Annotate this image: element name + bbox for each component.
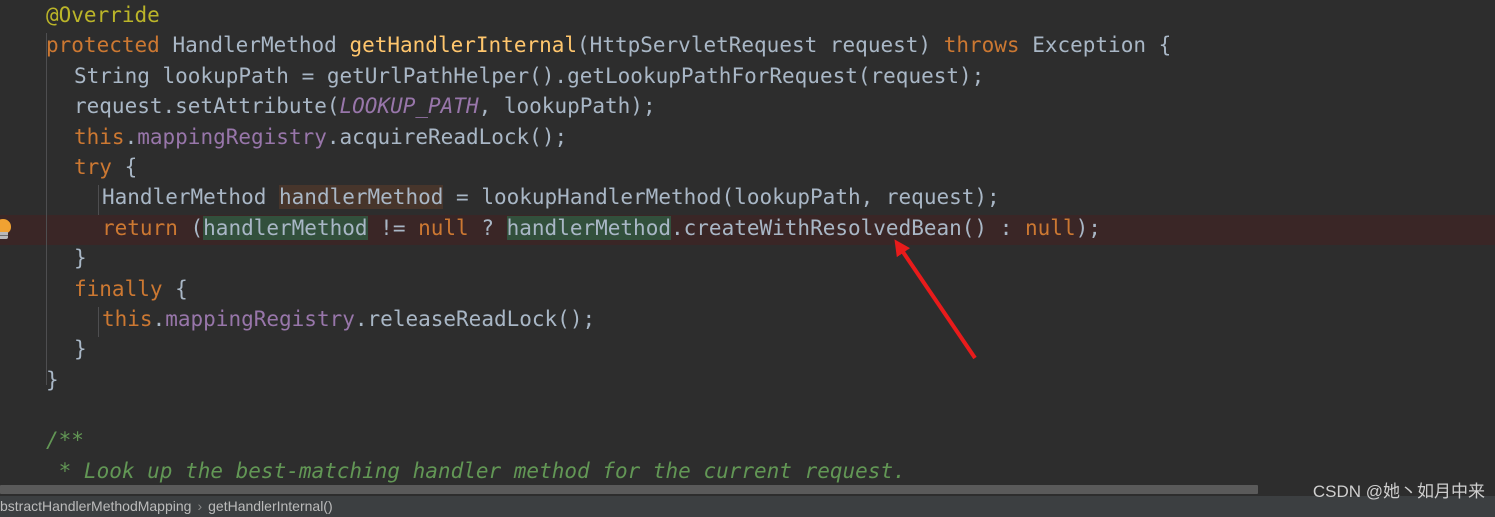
horizontal-scrollbar-thumb[interactable] — [0, 485, 1258, 494]
code-line[interactable]: @Override — [0, 0, 1495, 30]
breadcrumb-item[interactable]: bstractHandlerMethodMapping — [0, 498, 191, 514]
code-token: mappingRegistry — [165, 306, 355, 331]
code-token: .acquireReadLock(); — [326, 124, 568, 149]
code-token: /** — [46, 428, 84, 453]
occurrence-highlight: handlerMethod — [203, 215, 368, 240]
code-line[interactable]: this.mappingRegistry.acquireReadLock(); — [0, 122, 1495, 152]
code-token: . — [152, 306, 166, 331]
code-token: this — [74, 124, 125, 149]
code-line[interactable]: HandlerMethod handlerMethod = lookupHand… — [0, 182, 1495, 212]
code-token: null — [418, 215, 469, 240]
occurrence-highlight: handlerMethod — [279, 185, 444, 210]
code-token: (HttpServletRequest request) — [577, 33, 944, 58]
csdn-watermark: CSDN @她丶如月中来 — [1312, 482, 1485, 501]
code-token: = lookupHandlerMethod(lookupPath, reques… — [443, 185, 1000, 210]
code-token: throws — [943, 33, 1020, 58]
code-token: .createWithResolvedBean() : — [671, 215, 1026, 240]
code-token: != — [367, 215, 419, 240]
lightbulb-base — [0, 231, 8, 239]
code-line[interactable]: String lookupPath = getUrlPathHelper().g… — [0, 61, 1495, 91]
code-token: * Look up the best-matching handler meth… — [46, 458, 906, 483]
code-editor-window: @Override protected HandlerMethod getHand… — [0, 0, 1495, 517]
code-token: ); — [1075, 215, 1101, 240]
code-token: HandlerMethod — [102, 185, 280, 210]
code-line[interactable]: * Look up the best-matching handler meth… — [0, 456, 1495, 484]
code-line[interactable]: finally { — [0, 274, 1495, 304]
code-token: request.setAttribute( — [74, 94, 340, 119]
code-token: } — [74, 246, 87, 271]
code-token: { — [111, 154, 138, 179]
breadcrumb[interactable]: bstractHandlerMethodMapping › getHandlerIn… — [0, 496, 1495, 517]
code-text[interactable]: @Override protected HandlerMethod getHand… — [0, 0, 1495, 484]
code-token: return — [102, 215, 178, 240]
code-token: Exception { — [1019, 33, 1172, 58]
code-token: finally — [74, 276, 163, 301]
code-token: getHandlerInternal — [349, 33, 578, 58]
code-line[interactable]: /** — [0, 425, 1495, 455]
code-line[interactable]: } — [0, 243, 1495, 273]
code-line[interactable]: } — [0, 365, 1495, 395]
code-token: { — [162, 276, 188, 301]
editor-viewport[interactable]: @Override protected HandlerMethod getHand… — [0, 0, 1495, 484]
occurrence-highlight: handlerMethod — [506, 215, 671, 240]
code-token: String lookupPath = getUrlPathHelper().g… — [74, 63, 985, 88]
code-token: } — [74, 337, 87, 362]
code-token: ? — [468, 215, 507, 240]
code-token: null — [1025, 215, 1076, 240]
code-line[interactable]: try { — [0, 152, 1495, 182]
breadcrumb-item[interactable]: getHandlerInternal() — [208, 498, 333, 514]
code-token: .releaseReadLock(); — [354, 306, 596, 331]
code-line[interactable]: request.setAttribute(LOOKUP_PATH, lookup… — [0, 91, 1495, 121]
code-token: ( — [177, 215, 204, 240]
code-token: try — [74, 154, 112, 179]
code-token: LOOKUP_PATH — [339, 94, 479, 119]
breadcrumb-separator: › — [197, 498, 203, 514]
code-line[interactable]: protected HandlerMethod getHandlerIntern… — [0, 30, 1495, 60]
code-token: } — [46, 367, 59, 392]
code-token: protected — [46, 33, 160, 58]
code-token: , lookupPath); — [478, 94, 656, 119]
code-line[interactable] — [0, 395, 1495, 425]
code-token: @Override — [46, 3, 160, 27]
lightbulb-icon[interactable] — [0, 218, 13, 241]
code-token: . — [124, 124, 138, 149]
code-token: mappingRegistry — [137, 124, 327, 149]
editor-gutter[interactable] — [0, 0, 22, 484]
code-token: this — [102, 306, 153, 331]
code-line[interactable]: return (handlerMethod != null ? handlerM… — [0, 213, 1495, 243]
code-line[interactable]: this.mappingRegistry.releaseReadLock(); — [0, 304, 1495, 334]
code-token: HandlerMethod — [159, 33, 350, 58]
code-line[interactable]: } — [0, 334, 1495, 364]
